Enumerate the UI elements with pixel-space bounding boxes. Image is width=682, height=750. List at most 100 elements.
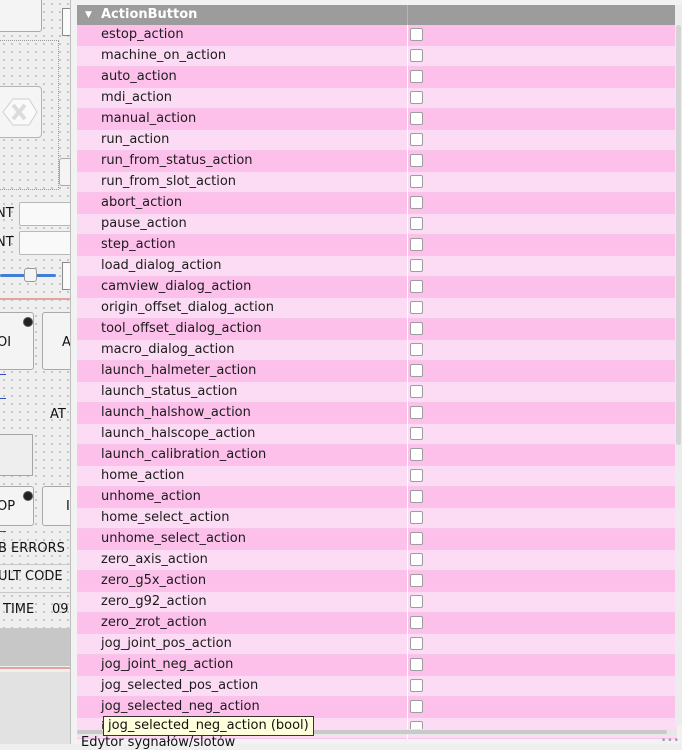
property-row[interactable]: run_from_status_action — [77, 151, 677, 172]
property-value-checkbox[interactable] — [410, 364, 423, 377]
designer-canvas[interactable]: NT NT OI A AT OP I B ERRORS ULT CODE TIM… — [0, 0, 70, 744]
property-value-checkbox[interactable] — [410, 217, 423, 230]
property-row[interactable]: zero_zrot_action — [77, 613, 677, 634]
property-row[interactable]: mdi_action — [77, 88, 677, 109]
property-row[interactable]: jog_selected_pos_action — [77, 676, 677, 697]
property-name: unhome_select_action — [101, 531, 246, 546]
property-name: jog_joint_neg_action — [101, 657, 234, 672]
canvas-field-top[interactable] — [62, 8, 70, 36]
property-value-checkbox[interactable] — [410, 616, 423, 629]
property-row[interactable]: unhome_action — [77, 487, 677, 508]
property-row[interactable]: abort_action — [77, 193, 677, 214]
column-divider — [407, 130, 408, 151]
property-name: tool_offset_dialog_action — [101, 321, 262, 336]
property-value-checkbox[interactable] — [410, 322, 423, 335]
property-row[interactable]: launch_halshow_action — [77, 403, 677, 424]
property-value-checkbox[interactable] — [410, 511, 423, 524]
property-row[interactable]: pause_action — [77, 214, 677, 235]
property-row[interactable]: zero_axis_action — [77, 550, 677, 571]
column-divider — [407, 655, 408, 676]
property-value-checkbox[interactable] — [410, 70, 423, 83]
property-value-checkbox[interactable] — [410, 679, 423, 692]
property-value-checkbox[interactable] — [410, 385, 423, 398]
property-value-checkbox[interactable] — [410, 700, 423, 713]
property-row[interactable]: launch_halscope_action — [77, 424, 677, 445]
auto-button[interactable]: A — [42, 312, 70, 370]
property-row[interactable]: run_from_slot_action — [77, 172, 677, 193]
signal-slot-editor-tab[interactable]: Edytor sygnałów/slotów — [81, 735, 235, 750]
canvas-link-marker-1 — [0, 374, 6, 375]
vertical-scrollbar[interactable] — [675, 5, 682, 725]
property-row[interactable]: tool_offset_dialog_action — [77, 319, 677, 340]
column-divider[interactable] — [407, 5, 408, 25]
canvas-button-right[interactable]: I — [42, 486, 70, 526]
property-row[interactable]: machine_on_action — [77, 46, 677, 67]
property-row[interactable]: jog_selected_neg_action — [77, 697, 677, 718]
dock-gripper-icon[interactable]: ••• — [661, 736, 680, 746]
property-row[interactable]: manual_action — [77, 109, 677, 130]
property-row[interactable]: unhome_select_action — [77, 529, 677, 550]
property-row[interactable]: jog_joint_pos_action — [77, 634, 677, 655]
property-value-checkbox[interactable] — [410, 553, 423, 566]
property-row[interactable]: launch_calibration_action — [77, 445, 677, 466]
property-value-checkbox[interactable] — [410, 574, 423, 587]
property-value-checkbox[interactable] — [410, 490, 423, 503]
property-row[interactable]: zero_g5x_action — [77, 571, 677, 592]
property-value-checkbox[interactable] — [410, 637, 423, 650]
property-row[interactable]: macro_dialog_action — [77, 340, 677, 361]
property-value-checkbox[interactable] — [410, 469, 423, 482]
property-value-checkbox[interactable] — [410, 259, 423, 272]
property-value-checkbox[interactable] — [410, 595, 423, 608]
column-divider — [407, 676, 408, 697]
property-value-checkbox[interactable] — [410, 112, 423, 125]
property-value-checkbox[interactable] — [410, 301, 423, 314]
column-divider — [407, 67, 408, 88]
property-value-checkbox[interactable] — [410, 448, 423, 461]
canvas-slider-handle[interactable] — [24, 268, 37, 282]
canvas-spinbox[interactable] — [62, 262, 70, 290]
property-value-checkbox[interactable] — [410, 343, 423, 356]
property-value-checkbox[interactable] — [410, 280, 423, 293]
property-row[interactable]: launch_halmeter_action — [77, 361, 677, 382]
property-value-checkbox[interactable] — [410, 91, 423, 104]
auto-button-label: A — [62, 335, 70, 350]
column-divider — [407, 403, 408, 424]
property-row[interactable]: auto_action — [77, 67, 677, 88]
canvas-button-top[interactable] — [0, 0, 42, 32]
property-row[interactable]: home_select_action — [77, 508, 677, 529]
expand-arrow-icon[interactable]: ▼ — [85, 10, 92, 20]
property-value-checkbox[interactable] — [410, 154, 423, 167]
property-value-checkbox[interactable] — [410, 133, 423, 146]
property-row[interactable]: step_action — [77, 235, 677, 256]
canvas-input-1[interactable] — [19, 202, 70, 226]
property-value-checkbox[interactable] — [410, 196, 423, 209]
canvas-input-2[interactable] — [19, 231, 70, 255]
property-row[interactable]: home_action — [77, 466, 677, 487]
vertical-scrollbar-thumb[interactable] — [676, 25, 681, 445]
column-divider — [407, 46, 408, 67]
property-row[interactable]: jog_joint_neg_action — [77, 655, 677, 676]
property-row[interactable]: load_dialog_action — [77, 256, 677, 277]
property-group-title: ActionButton — [101, 7, 198, 22]
property-row[interactable]: origin_offset_dialog_action — [77, 298, 677, 319]
property-value-checkbox[interactable] — [410, 49, 423, 62]
property-row[interactable]: camview_dialog_action — [77, 277, 677, 298]
property-value-checkbox[interactable] — [410, 406, 423, 419]
property-value-checkbox[interactable] — [410, 532, 423, 545]
property-value-checkbox[interactable] — [410, 658, 423, 671]
property-row[interactable]: run_action — [77, 130, 677, 151]
property-name: pause_action — [101, 216, 187, 231]
property-row[interactable]: launch_status_action — [77, 382, 677, 403]
property-value-checkbox[interactable] — [410, 175, 423, 188]
property-value-checkbox[interactable] — [410, 427, 423, 440]
canvas-label-fault-code: ULT CODE — [0, 569, 63, 584]
property-value-checkbox[interactable] — [410, 238, 423, 251]
property-value-checkbox[interactable] — [410, 28, 423, 41]
canvas-button-small[interactable] — [59, 158, 70, 186]
stop-button[interactable]: OP — [0, 486, 34, 526]
property-name: macro_dialog_action — [101, 342, 235, 357]
property-row[interactable]: estop_action — [77, 25, 677, 46]
mdi-button[interactable]: OI — [0, 312, 34, 370]
property-row[interactable]: zero_g92_action — [77, 592, 677, 613]
property-group-header[interactable]: ▼ ActionButton — [77, 5, 677, 25]
